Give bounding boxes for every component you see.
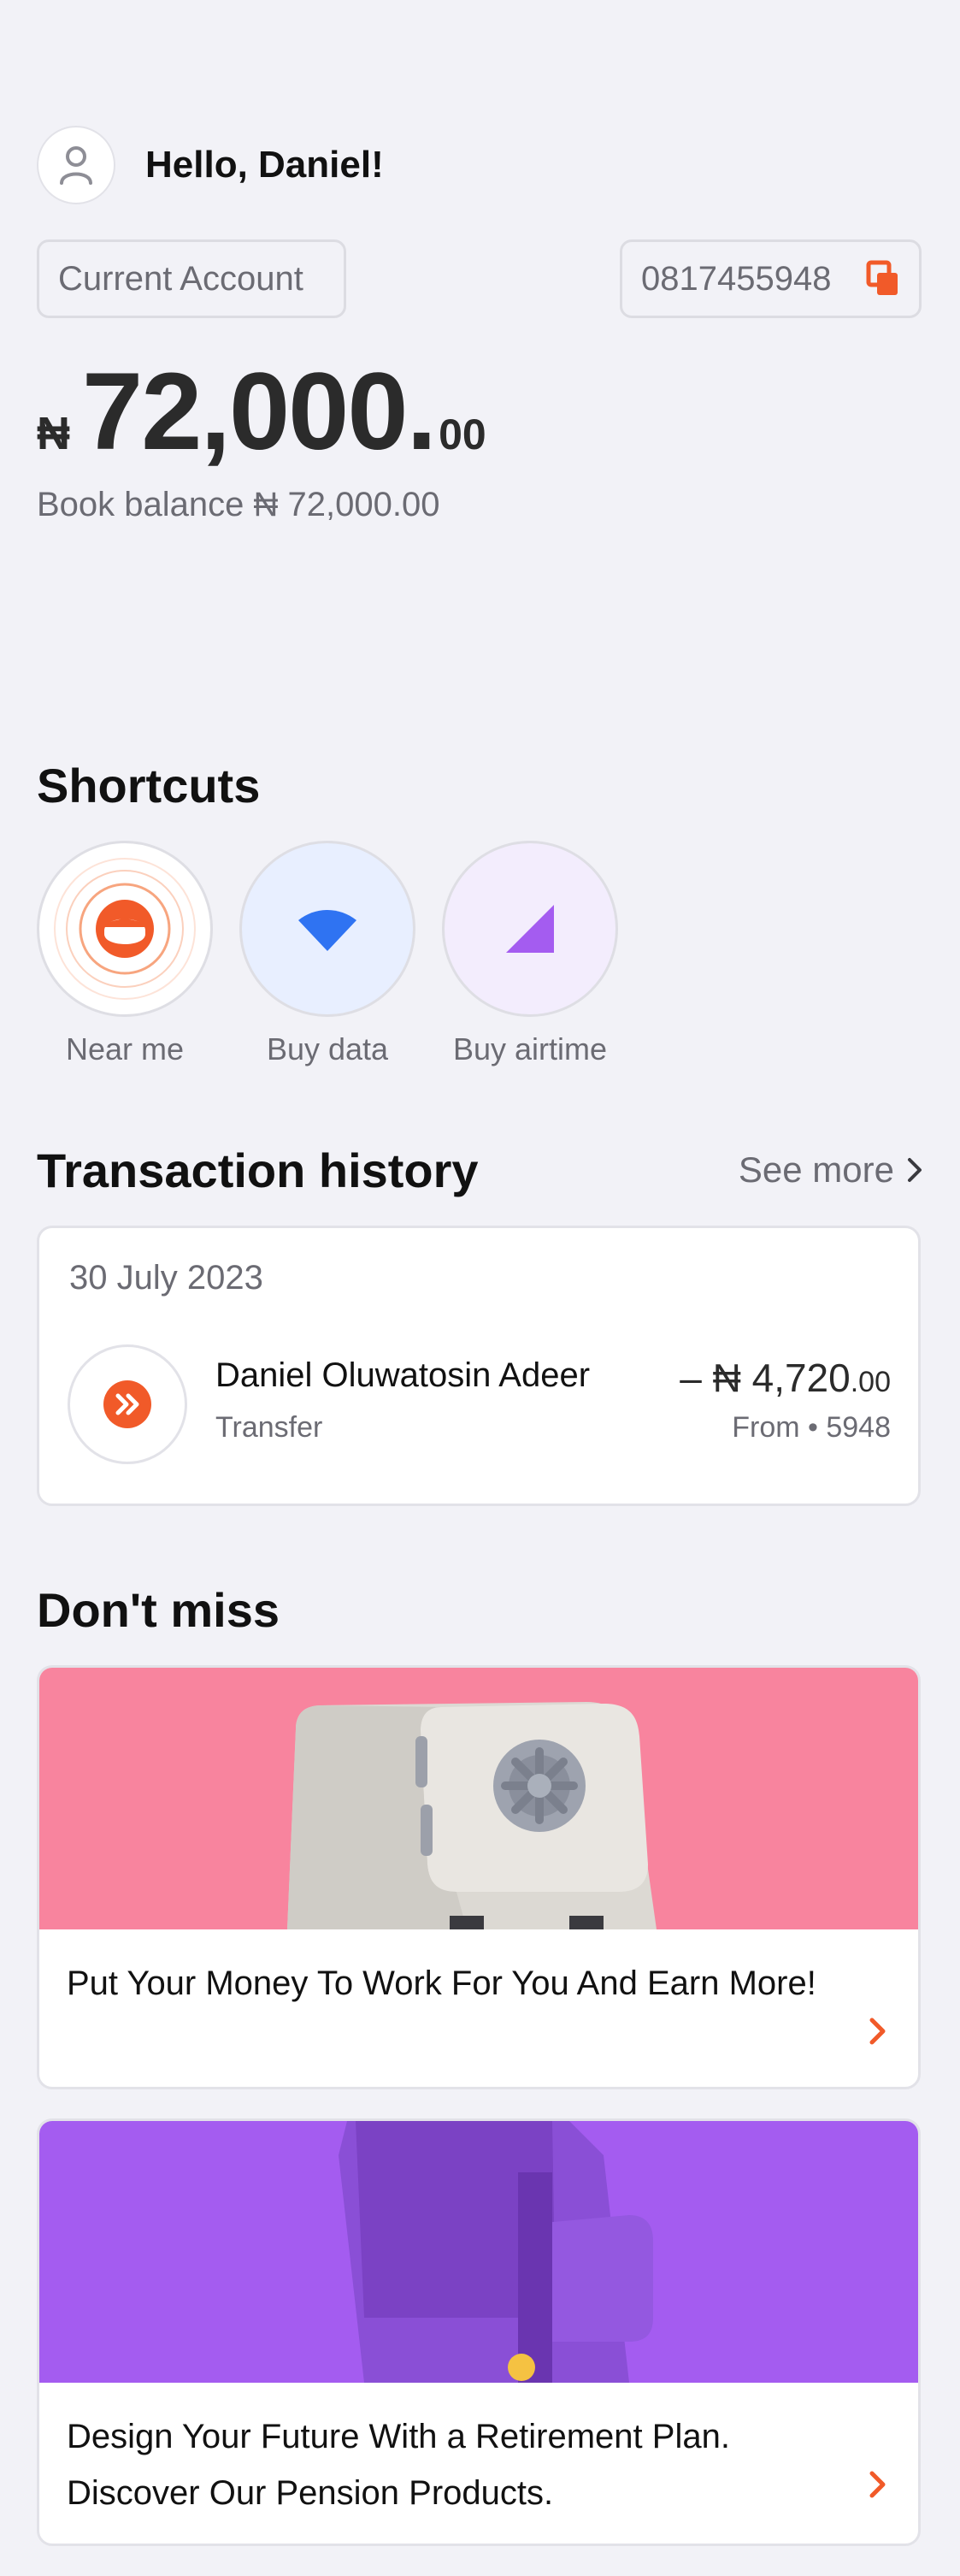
greeting: Hello, Daniel!	[145, 144, 384, 186]
book-balance: Book balance ₦ 72,000.00	[37, 486, 439, 524]
book-balance-value: ₦ 72,000.00	[253, 486, 440, 523]
account-type-chip[interactable]: Current Account	[37, 239, 346, 318]
transfer-icon-wrapper	[68, 1344, 187, 1464]
transaction-type: Transfer	[215, 1411, 323, 1444]
transaction-date: 30 July 2023	[69, 1259, 263, 1297]
transaction-amount: – ₦ 4,720.00	[680, 1355, 891, 1401]
chevron-right-icon	[869, 2018, 886, 2045]
see-more-link[interactable]: See more	[739, 1149, 923, 1191]
transaction-name: Daniel Oluwatosin Adeer	[215, 1356, 591, 1394]
currency-symbol: ₦	[37, 408, 70, 459]
shortcuts-title: Shortcuts	[37, 759, 261, 812]
safe-illustration	[39, 1668, 918, 1929]
dont-miss-title: Don't miss	[37, 1583, 280, 1637]
transaction-history-title: Transaction history	[37, 1143, 479, 1197]
shortcut-buy-airtime-label: Buy airtime	[452, 1031, 608, 1066]
account-type-label: Current Account	[58, 259, 303, 298]
shortcut-near-me[interactable]	[37, 841, 213, 1017]
promo-card-savings[interactable]: Put Your Money To Work For You And Earn …	[37, 1665, 921, 2089]
chevron-right-icon	[869, 2471, 886, 2498]
transfer-icon	[103, 1380, 151, 1428]
see-more-label: See more	[738, 1149, 894, 1190]
account-balance: ₦ 72,000. 00	[37, 349, 486, 475]
chevron-right-icon	[908, 1158, 922, 1182]
avatar[interactable]	[37, 126, 115, 204]
book-balance-label: Book balance	[37, 486, 244, 523]
promo-pension-text: Design Your Future With a Retirement Pla…	[67, 2418, 730, 2512]
shortcut-buy-data-label: Buy data	[266, 1031, 389, 1066]
wallet-illustration	[39, 2121, 918, 2383]
transaction-amount-fraction: .00	[850, 1366, 891, 1398]
shortcut-near-me-label: Near me	[65, 1031, 185, 1066]
shortcut-buy-airtime[interactable]	[442, 841, 618, 1017]
wifi-icon	[298, 910, 356, 951]
balance-main: 72,000.	[82, 351, 437, 473]
balance-fraction: 00	[439, 411, 486, 458]
transaction-from: From • 5948	[732, 1411, 891, 1444]
transaction-card: 30 July 2023 Daniel Oluwatosin Adeer Tra…	[37, 1226, 921, 1506]
account-number: 0817455948	[641, 259, 832, 298]
transaction-amount-main: – ₦ 4,720	[680, 1356, 851, 1400]
shortcut-buy-data[interactable]	[239, 841, 415, 1017]
account-number-chip[interactable]: 0817455948	[620, 239, 922, 318]
promo-savings-text: Put Your Money To Work For You And Earn …	[67, 1964, 816, 2002]
copy-icon[interactable]	[866, 260, 900, 298]
promo-card-pension[interactable]: Design Your Future With a Retirement Pla…	[37, 2118, 921, 2546]
user-icon	[60, 146, 92, 185]
signal-icon	[506, 905, 554, 953]
location-face-icon	[54, 858, 196, 1000]
